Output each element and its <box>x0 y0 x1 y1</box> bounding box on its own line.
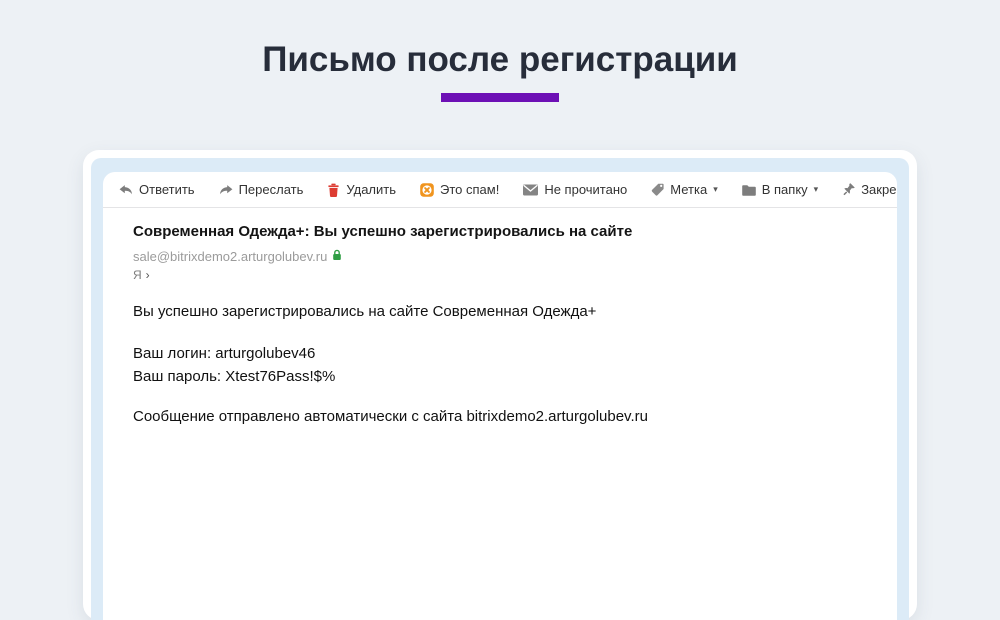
recipient-row[interactable]: Я › <box>133 268 897 282</box>
title-underline-bar <box>441 93 559 102</box>
body-footer-line: Сообщение отправлено автоматически с сай… <box>133 408 897 425</box>
body-password-line: Ваш пароль: Xtest76Pass!$% <box>133 368 897 385</box>
email-screenshot-card: Ответить Переслать Удалить Это спам! <box>83 150 917 620</box>
delete-label: Удалить <box>346 182 396 197</box>
tag-icon <box>650 182 665 197</box>
lock-icon <box>332 249 342 264</box>
spam-button[interactable]: Это спам! <box>419 182 499 198</box>
recipient-label: Я <box>133 268 142 282</box>
delete-button[interactable]: Удалить <box>326 182 396 198</box>
email-sender-row[interactable]: sale@bitrixdemo2.arturgolubev.ru <box>133 249 897 264</box>
pin-label: Закрепить <box>861 182 897 197</box>
unread-label: Не прочитано <box>544 182 627 197</box>
body-login-line: Ваш логин: arturgolubev46 <box>133 345 897 362</box>
chevron-down-icon: ▾ <box>814 184 819 195</box>
page-title: Письмо после регистрации <box>0 0 1000 80</box>
envelope-icon <box>522 183 539 197</box>
mail-window: Ответить Переслать Удалить Это спам! <box>103 172 897 620</box>
mail-toolbar: Ответить Переслать Удалить Это спам! <box>103 172 897 208</box>
body-intro-line: Вы успешно зарегистрировались на сайте С… <box>133 303 897 320</box>
email-body: Вы успешно зарегистрировались на сайте С… <box>133 303 897 425</box>
label-label: Метка <box>670 182 707 197</box>
label-button[interactable]: Метка ▾ <box>650 182 717 197</box>
spam-label: Это спам! <box>440 182 499 197</box>
folder-icon <box>741 183 757 197</box>
folder-label: В папку <box>762 182 808 197</box>
forward-button[interactable]: Переслать <box>218 182 304 198</box>
reply-button[interactable]: Ответить <box>118 182 195 198</box>
chevron-right-icon: › <box>146 268 150 282</box>
unread-button[interactable]: Не прочитано <box>522 182 627 197</box>
trash-icon <box>326 182 341 198</box>
reply-label: Ответить <box>139 182 195 197</box>
pin-icon <box>841 182 856 197</box>
mail-app-background: Ответить Переслать Удалить Это спам! <box>91 158 909 620</box>
reply-icon <box>118 182 134 198</box>
email-reading-pane: Ответить Переслать Удалить Это спам! <box>103 172 897 620</box>
move-to-folder-button[interactable]: В папку ▾ <box>741 182 818 197</box>
email-subject: Современная Одежда+: Вы успешно зарегист… <box>133 223 897 240</box>
message-pane: Современная Одежда+: Вы успешно зарегист… <box>103 208 897 425</box>
sender-address: sale@bitrixdemo2.arturgolubev.ru <box>133 249 327 264</box>
forward-label: Переслать <box>239 182 304 197</box>
chevron-down-icon: ▾ <box>713 184 718 195</box>
spam-icon <box>419 182 435 198</box>
pin-button[interactable]: Закрепить <box>841 182 897 197</box>
forward-icon <box>218 182 234 198</box>
